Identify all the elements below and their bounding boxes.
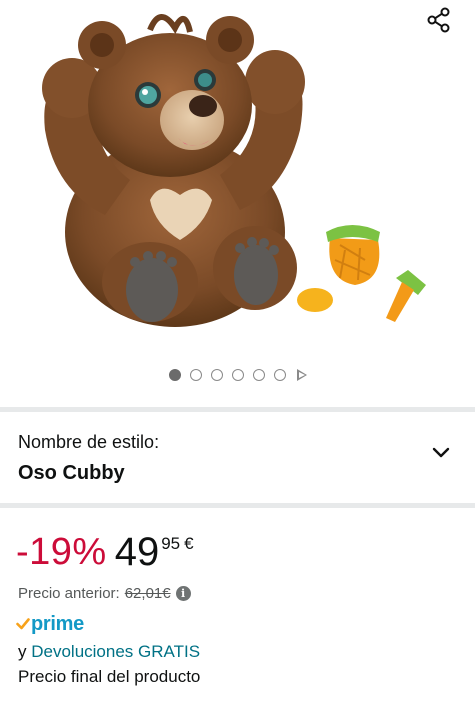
price-currency: € [184, 534, 194, 553]
carousel-dot[interactable] [252, 369, 265, 381]
price-whole: 49 [114, 530, 160, 574]
share-button[interactable] [423, 4, 455, 36]
section-divider [0, 503, 475, 508]
carousel-dot[interactable] [189, 369, 202, 381]
returns-info: y Devoluciones GRATIS [18, 642, 200, 662]
video-play-icon[interactable] [296, 369, 307, 381]
discount-percentage: -19% [16, 531, 107, 573]
prime-badge: prime [16, 612, 84, 636]
previous-price: Precio anterior: 62,01€ i [18, 585, 191, 602]
product-image-gallery[interactable] [0, 0, 475, 360]
chevron-down-icon[interactable] [431, 446, 451, 460]
previous-price-label: Precio anterior: [18, 585, 120, 602]
product-image[interactable] [0, 0, 475, 360]
price-block: -19% 49 95 € [16, 530, 194, 580]
info-icon[interactable]: i [175, 586, 191, 601]
carousel-indicators [0, 369, 475, 381]
share-icon [427, 7, 450, 33]
style-label: Nombre de estilo: [18, 432, 160, 452]
price-fraction: 95 [161, 534, 181, 553]
style-value: Oso Cubby [18, 462, 125, 484]
carousel-dot[interactable] [210, 369, 223, 381]
carousel-dot[interactable] [273, 369, 286, 381]
prime-check-icon [16, 618, 30, 630]
free-returns-link[interactable]: Devoluciones GRATIS [31, 642, 200, 661]
carousel-dot[interactable] [168, 369, 181, 381]
returns-prefix: y [18, 642, 27, 661]
prime-label: prime [31, 612, 84, 635]
previous-price-value: 62,01€ [124, 585, 171, 602]
final-price-note: Precio final del producto [18, 667, 201, 686]
style-selector[interactable]: Nombre de estilo: Oso Cubby [0, 412, 475, 503]
carousel-dot[interactable] [231, 369, 244, 381]
